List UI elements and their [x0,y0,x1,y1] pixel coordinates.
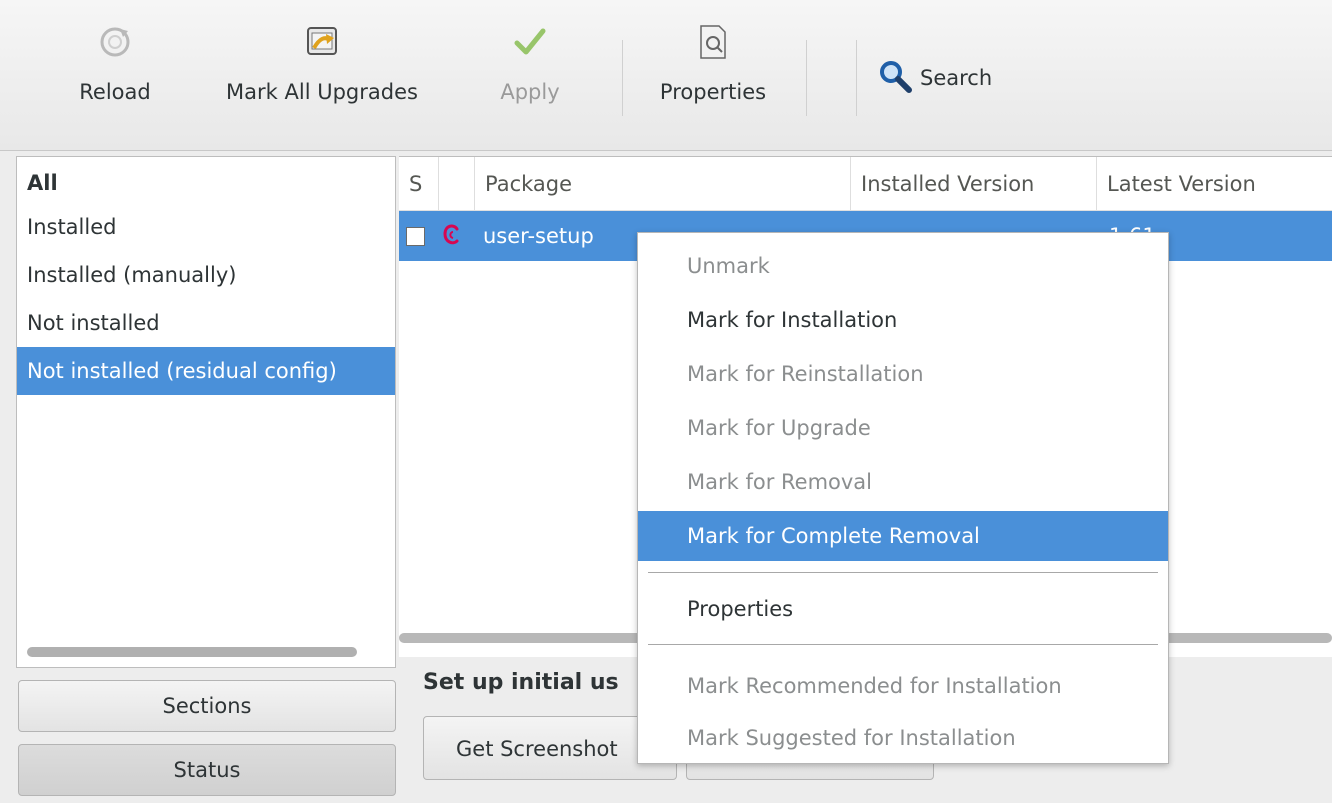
filter-item-installed-manually[interactable]: Installed (manually) [17,251,395,299]
menu-item-properties[interactable]: Properties [638,584,1168,634]
sections-button[interactable]: Sections [18,680,396,732]
row-package-name: user-setup [483,224,594,248]
menu-item-mark-for-upgrade[interactable]: Mark for Upgrade [638,403,1168,453]
upgrade-icon [302,22,342,62]
menu-separator [648,572,1158,573]
column-header-status[interactable]: S [399,157,439,210]
column-header-installed-version[interactable]: Installed Version [851,157,1097,210]
column-header-icon[interactable] [439,157,475,210]
reload-label: Reload [79,80,151,104]
package-list-header: S Package Installed Version Latest Versi… [399,157,1332,211]
toolbar: Reload Mark All Upgrades Apply Propertie… [0,0,1332,151]
reload-button[interactable]: Reload [68,22,162,132]
row-status-checkbox[interactable] [406,227,425,246]
column-header-latest-version[interactable]: Latest Version [1097,157,1332,210]
properties-icon [693,22,733,62]
toolbar-separator [806,40,807,116]
properties-button[interactable]: Properties [646,22,780,132]
checkmark-icon [510,22,550,62]
column-header-package[interactable]: Package [475,157,851,210]
properties-label: Properties [659,80,767,104]
status-button[interactable]: Status [18,744,396,796]
context-menu: Unmark Mark for Installation Mark for Re… [637,232,1169,764]
menu-item-mark-for-removal[interactable]: Mark for Removal [638,457,1168,507]
menu-item-unmark[interactable]: Unmark [638,241,1168,291]
filter-item-all[interactable]: All [17,157,395,203]
apply-button[interactable]: Apply [490,22,570,132]
filter-item-not-installed[interactable]: Not installed [17,299,395,347]
menu-item-mark-recommended[interactable]: Mark Recommended for Installation [638,661,1168,711]
filter-item-not-installed-residual-config[interactable]: Not installed (residual config) [17,347,395,395]
menu-item-mark-suggested[interactable]: Mark Suggested for Installation [638,713,1168,763]
filter-item-installed[interactable]: Installed [17,203,395,251]
package-summary: Set up initial us [423,670,619,695]
debian-swirl-icon [441,223,463,254]
search-icon [878,59,912,98]
apply-label: Apply [500,80,560,104]
search-button[interactable]: Search [878,58,992,98]
menu-separator [648,644,1158,645]
toolbar-separator [622,40,623,116]
menu-item-mark-for-installation[interactable]: Mark for Installation [638,295,1168,345]
menu-item-mark-for-complete-removal[interactable]: Mark for Complete Removal [638,511,1168,561]
filter-scrollbar[interactable] [27,647,357,657]
menu-item-mark-for-reinstallation[interactable]: Mark for Reinstallation [638,349,1168,399]
reload-icon [95,22,135,62]
search-label: Search [920,66,993,90]
filter-list: All Installed Installed (manually) Not i… [16,156,396,668]
toolbar-separator [856,40,857,116]
mark-all-upgrades-label: Mark All Upgrades [226,80,418,104]
mark-all-upgrades-button[interactable]: Mark All Upgrades [206,22,438,132]
